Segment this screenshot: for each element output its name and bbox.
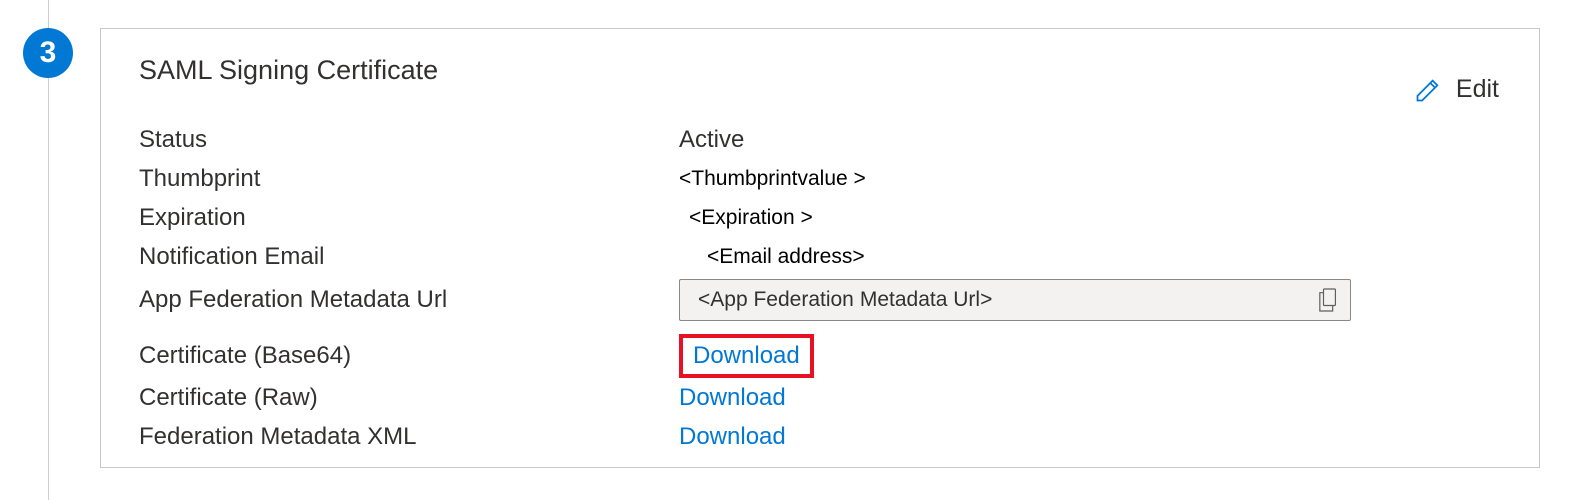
- app-federation-url-value: <App FederationMetadata Url>: [698, 288, 1318, 312]
- app-federation-url-field[interactable]: <App FederationMetadata Url>: [679, 279, 1351, 321]
- row-status: Status Active: [139, 120, 1501, 159]
- cert-raw-label: Certificate (Raw): [139, 384, 679, 412]
- thumbprint-value: <Thumbprintvalue >: [679, 167, 866, 191]
- pencil-icon: [1414, 76, 1442, 104]
- copy-icon[interactable]: [1318, 287, 1340, 313]
- step-number: 3: [40, 36, 57, 70]
- step-number-badge: 3: [23, 28, 73, 78]
- edit-button-label: Edit: [1456, 75, 1499, 104]
- row-app-federation-url: App Federation Metadata Url <App Federat…: [139, 276, 1501, 324]
- cert-raw-download-link[interactable]: Download: [679, 384, 786, 412]
- expiration-label: Expiration: [139, 204, 679, 232]
- expiration-value: <Expiration >: [679, 206, 813, 230]
- row-notification-email: Notification Email <Email address>: [139, 237, 1501, 276]
- row-thumbprint: Thumbprint <Thumbprintvalue >: [139, 159, 1501, 198]
- row-cert-raw: Certificate (Raw) Download: [139, 378, 1501, 417]
- cert-base64-download-link[interactable]: Download: [679, 334, 814, 378]
- row-fed-xml: Federation Metadata XML Download: [139, 417, 1501, 456]
- card-title: SAML Signing Certificate: [139, 55, 1501, 86]
- notification-email-value: <Email address>: [679, 245, 865, 269]
- cert-base64-label: Certificate (Base64): [139, 342, 679, 370]
- row-expiration: Expiration <Expiration >: [139, 198, 1501, 237]
- status-value: Active: [679, 126, 744, 154]
- row-cert-base64: Certificate (Base64) Download: [139, 334, 1501, 378]
- status-label: Status: [139, 126, 679, 154]
- notification-email-label: Notification Email: [139, 243, 679, 271]
- saml-signing-certificate-card: SAML Signing Certificate Edit Status Act…: [100, 28, 1540, 468]
- fed-xml-label: Federation Metadata XML: [139, 423, 679, 451]
- app-federation-url-label: App Federation Metadata Url: [139, 286, 679, 314]
- edit-button[interactable]: Edit: [1414, 75, 1499, 104]
- thumbprint-label: Thumbprint: [139, 165, 679, 193]
- fed-xml-download-link[interactable]: Download: [679, 423, 786, 451]
